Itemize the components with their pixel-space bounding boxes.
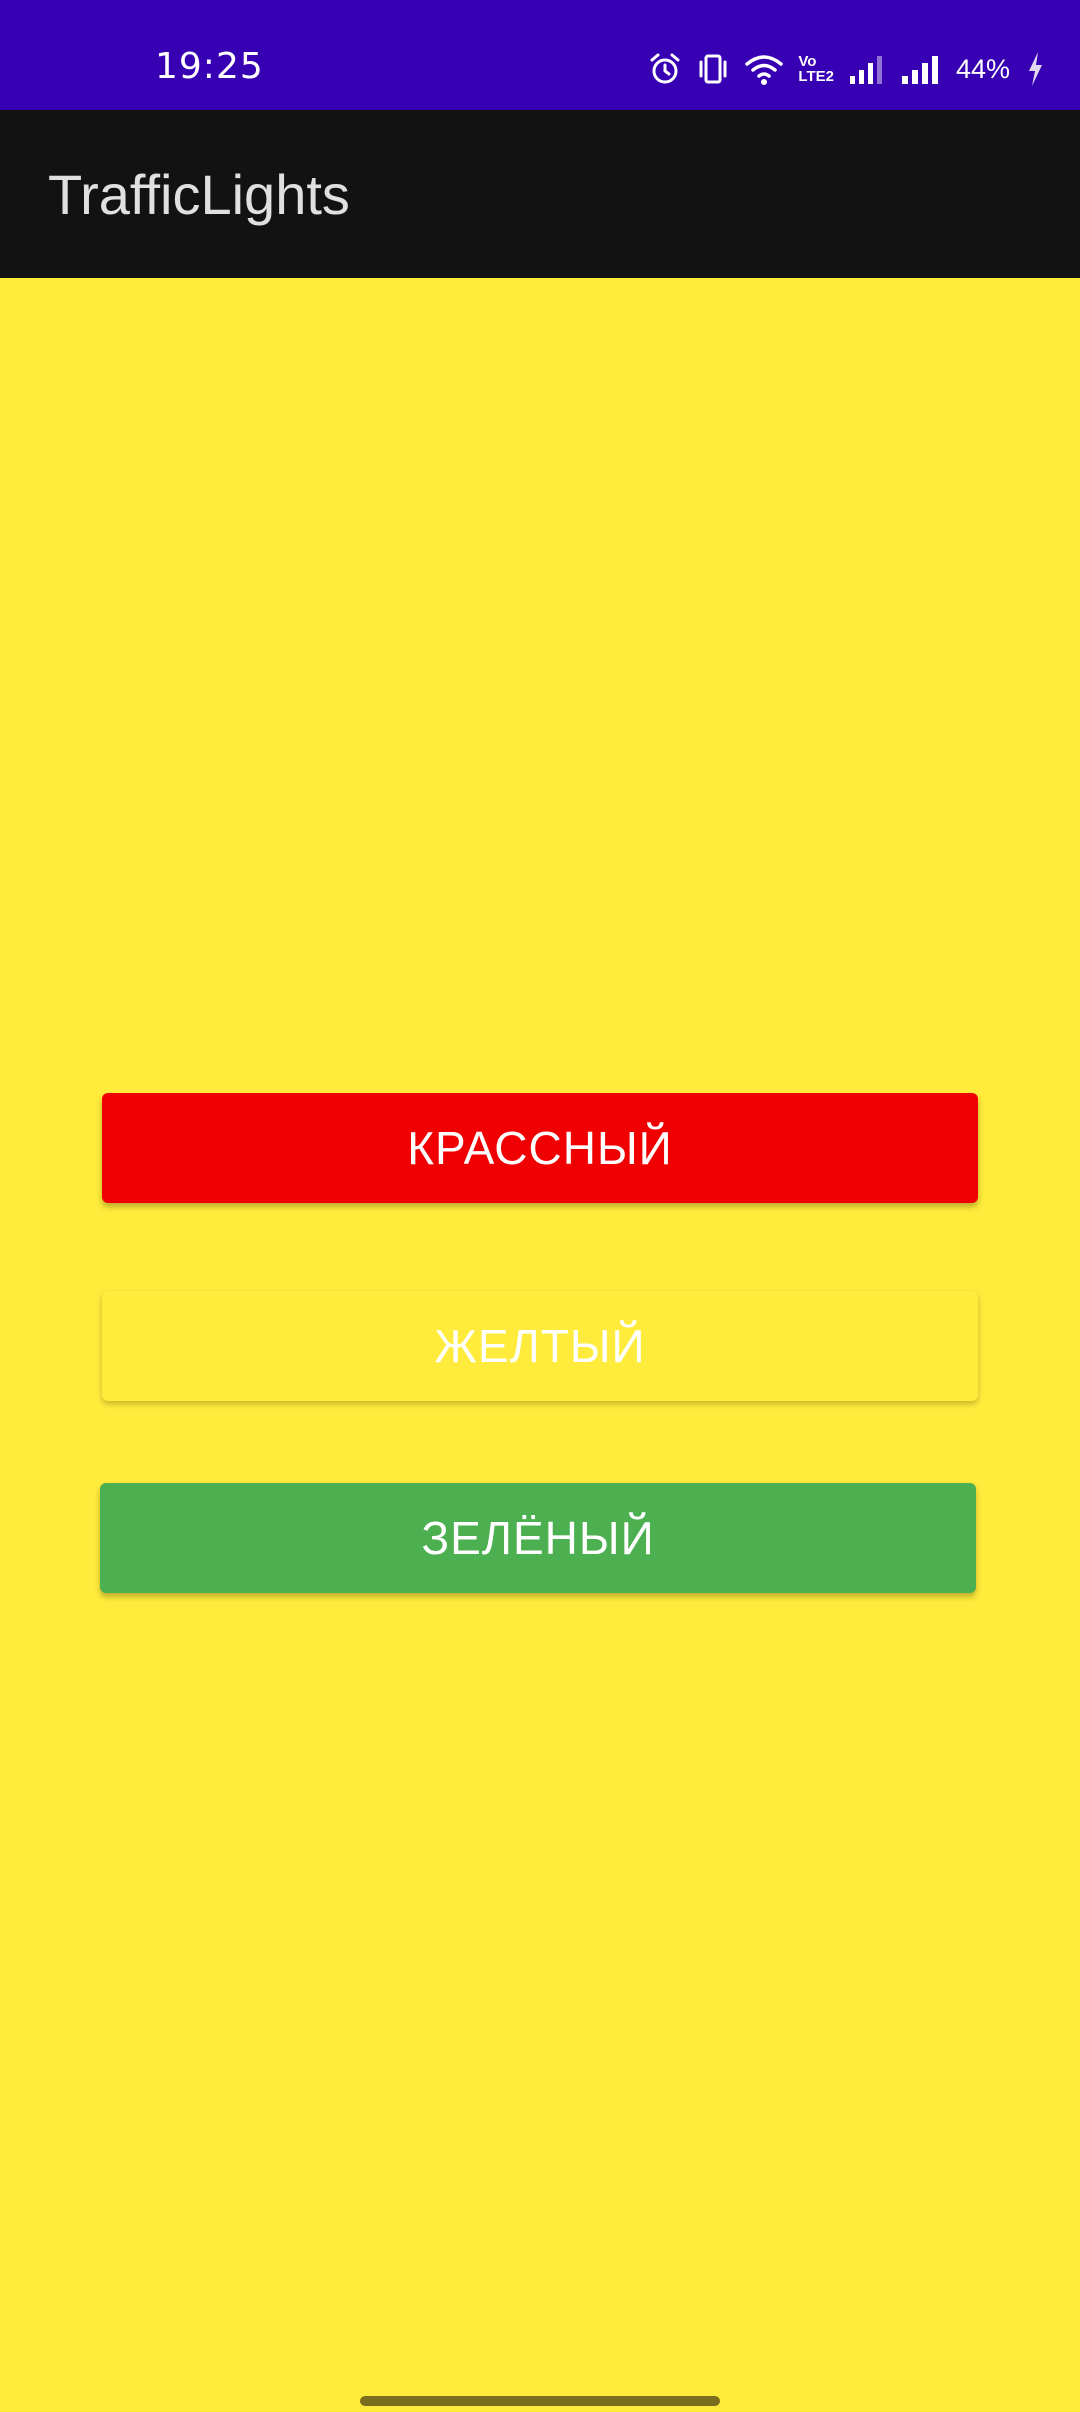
home-indicator[interactable]	[360, 2396, 720, 2406]
vibrate-icon	[696, 52, 730, 86]
status-time: 19:25	[155, 46, 264, 87]
app-title: TrafficLights	[48, 163, 350, 226]
red-button[interactable]: КРАССНЫЙ	[102, 1093, 978, 1203]
signal-icon	[848, 52, 886, 86]
signal-icon	[900, 52, 942, 86]
charging-icon	[1026, 51, 1044, 87]
wifi-icon	[744, 52, 784, 86]
volte-top: Vo	[798, 53, 817, 70]
volte-bottom: LTE2	[798, 68, 834, 85]
status-icons: Vo LTE2 44%	[648, 48, 1044, 90]
alarm-icon	[648, 52, 682, 86]
status-bar: 19:25 Vo LTE2 44%	[0, 0, 1080, 110]
app-bar: TrafficLights	[0, 110, 1080, 278]
volte-icon: Vo LTE2	[798, 54, 834, 84]
battery-percentage: 44%	[955, 53, 1010, 84]
yellow-button[interactable]: ЖЕЛТЫЙ	[102, 1291, 978, 1401]
green-button[interactable]: ЗЕЛЁНЫЙ	[100, 1483, 976, 1593]
